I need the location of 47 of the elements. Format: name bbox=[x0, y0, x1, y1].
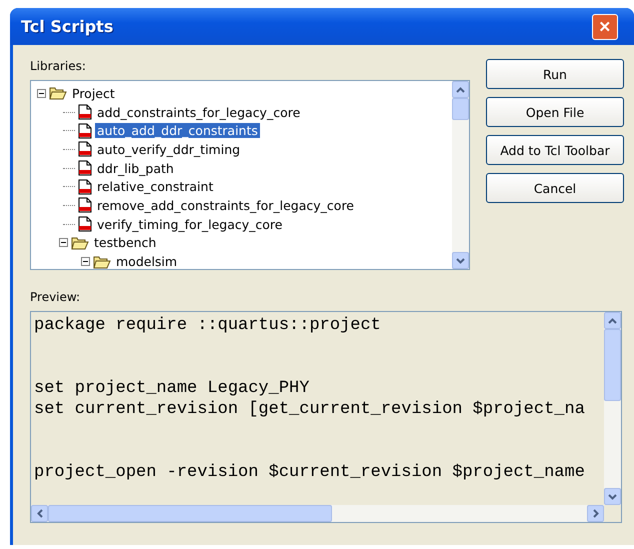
tree-item[interactable]: relative_constraint bbox=[95, 179, 216, 194]
tree-item[interactable]: verify_timing_for_legacy_core bbox=[95, 216, 284, 232]
collapse-toggle-icon[interactable] bbox=[81, 257, 90, 266]
script-file-icon bbox=[78, 197, 92, 214]
script-file-icon bbox=[78, 216, 92, 232]
tree-item[interactable]: add_constraints_for_legacy_core bbox=[95, 104, 302, 120]
close-button[interactable]: ✕ bbox=[592, 14, 618, 40]
tree-item[interactable]: auto_verify_ddr_timing bbox=[95, 142, 242, 157]
scroll-up-icon[interactable] bbox=[456, 86, 465, 92]
dialog-button[interactable]: Open File bbox=[486, 97, 624, 127]
folder-icon bbox=[71, 236, 89, 250]
folder-icon bbox=[49, 86, 67, 100]
tree-item[interactable]: testbench bbox=[92, 235, 158, 250]
tree-item[interactable]: Project bbox=[70, 86, 117, 101]
script-file-icon bbox=[78, 178, 92, 195]
tree-item[interactable]: auto_add_ddr_constraints bbox=[95, 123, 260, 138]
scroll-thumb[interactable] bbox=[604, 329, 621, 401]
code-line: set project_name Legacy_PHY bbox=[34, 378, 310, 399]
dialog-button[interactable]: Add to Tcl Toolbar bbox=[486, 135, 624, 165]
dialog-button[interactable]: Run bbox=[486, 59, 624, 89]
preview-label: Preview: bbox=[30, 290, 82, 304]
script-file-icon bbox=[78, 141, 92, 158]
vertical-scrollbar[interactable] bbox=[604, 312, 621, 505]
scroll-right-icon[interactable] bbox=[592, 509, 598, 518]
dialog-button[interactable]: Cancel bbox=[486, 173, 624, 203]
script-file-icon bbox=[78, 160, 92, 176]
horizontal-scrollbar[interactable] bbox=[31, 505, 621, 522]
tree-item[interactable]: ddr_lib_path bbox=[95, 160, 176, 176]
scroll-thumb[interactable] bbox=[452, 98, 469, 120]
vertical-scrollbar[interactable] bbox=[452, 81, 469, 269]
script-file-icon bbox=[78, 104, 92, 120]
code-line: set current_revision [get_current_revision $project_na bbox=[34, 399, 585, 420]
script-file-icon bbox=[78, 122, 92, 139]
code-line: project_open -revision $current_revision $project_name bbox=[34, 462, 585, 483]
scroll-down-icon[interactable] bbox=[608, 494, 617, 500]
scroll-thumb[interactable] bbox=[48, 505, 332, 522]
scroll-down-icon[interactable] bbox=[456, 258, 465, 264]
window-title: Tcl Scripts bbox=[21, 17, 114, 36]
collapse-toggle-icon[interactable] bbox=[37, 88, 46, 98]
scroll-left-icon[interactable] bbox=[36, 509, 42, 518]
libraries-label: Libraries: bbox=[30, 59, 87, 73]
tree-item[interactable]: modelsim bbox=[114, 254, 180, 269]
collapse-toggle-icon[interactable] bbox=[59, 238, 68, 248]
scroll-up-icon[interactable] bbox=[608, 318, 617, 324]
folder-icon bbox=[93, 254, 111, 269]
tree-item[interactable]: remove_add_constraints_for_legacy_core bbox=[95, 198, 356, 213]
code-line: package require ::quartus::project bbox=[34, 315, 381, 336]
